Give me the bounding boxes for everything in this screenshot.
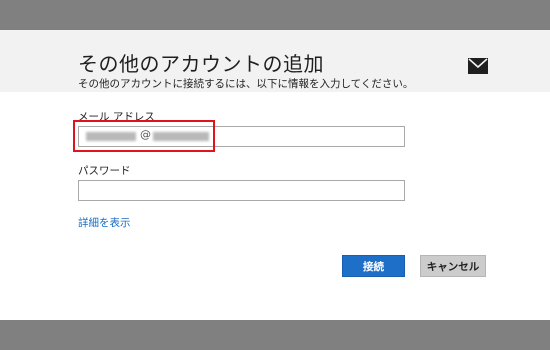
- email-highlight-box: [73, 120, 215, 152]
- backdrop-top: [0, 0, 550, 30]
- show-details-link[interactable]: 詳細を表示: [78, 215, 131, 230]
- cancel-button[interactable]: キャンセル: [420, 255, 486, 277]
- password-label: パスワード: [78, 165, 131, 177]
- instruction-text: その他のアカウントに接続するには、以下に情報を入力してください。: [78, 78, 414, 90]
- mail-icon: [468, 58, 488, 74]
- backdrop-bottom: [0, 320, 550, 350]
- password-field[interactable]: [78, 180, 405, 201]
- connect-button[interactable]: 接続: [342, 255, 405, 277]
- dialog-title: その他のアカウントの追加: [78, 52, 324, 76]
